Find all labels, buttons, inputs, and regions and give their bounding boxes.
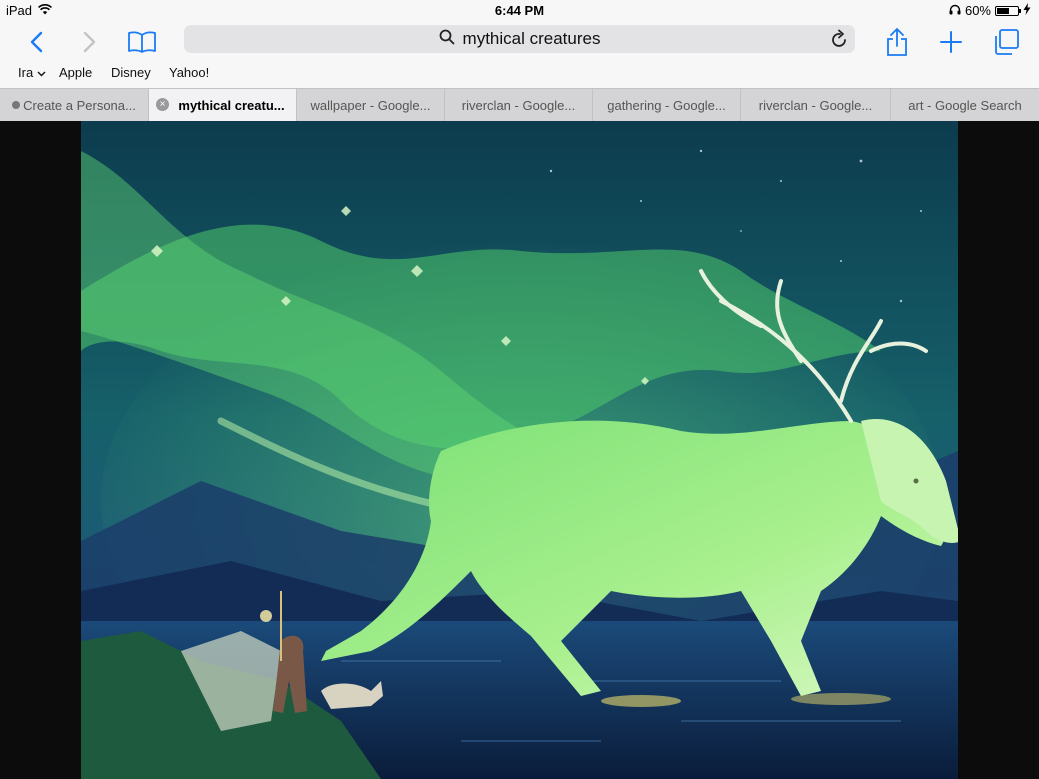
favorites-bar: Ira Apple Disney Yahoo!: [0, 62, 1039, 88]
page-content[interactable]: [0, 121, 1039, 779]
tab-label: mythical creatu...: [178, 97, 285, 113]
favorite-yahoo[interactable]: Yahoo!: [169, 65, 209, 80]
tab-indicator-dot: [12, 101, 21, 109]
favorite-ira[interactable]: Ira: [18, 65, 46, 80]
tab-label: wallpaper - Google...: [310, 97, 431, 113]
forward-icon[interactable]: [78, 22, 102, 62]
clock: 6:44 PM: [494, 3, 545, 18]
battery-percent: 60%: [964, 3, 991, 18]
search-query: mythical creatures: [462, 29, 601, 48]
tab-create-persona[interactable]: Create a Persona...: [0, 89, 149, 121]
browser-toolbar: mythical creatures: [0, 22, 1039, 62]
new-tab-icon[interactable]: [938, 22, 964, 62]
tab-label: art - Google Search: [908, 97, 1022, 113]
search-icon: [439, 29, 455, 50]
favorite-apple[interactable]: Apple: [59, 65, 92, 80]
charging-icon: [1023, 3, 1031, 18]
tabs-overview-icon[interactable]: [992, 22, 1020, 62]
back-icon[interactable]: [24, 22, 48, 62]
tab-bar: Create a Persona... × mythical creatu...…: [0, 88, 1039, 121]
tab-gathering[interactable]: gathering - Google...: [593, 89, 741, 121]
bookmarks-icon[interactable]: [126, 22, 158, 62]
tab-label: riverclan - Google...: [461, 97, 576, 113]
favorite-disney[interactable]: Disney: [111, 65, 151, 80]
chevron-down-icon: [37, 65, 46, 80]
tab-riverclan[interactable]: riverclan - Google...: [445, 89, 593, 121]
reload-icon[interactable]: [831, 29, 849, 54]
tab-label: riverclan - Google...: [758, 97, 873, 113]
tab-mythical-creatures[interactable]: × mythical creatu...: [149, 89, 297, 121]
share-icon[interactable]: [884, 22, 910, 62]
tab-close-icon[interactable]: ×: [156, 98, 169, 111]
tab-wallpaper[interactable]: wallpaper - Google...: [297, 89, 445, 121]
headphones-icon: [949, 3, 961, 18]
status-right: 60%: [949, 3, 1031, 18]
tab-riverclan-2[interactable]: riverclan - Google...: [741, 89, 891, 121]
tab-art[interactable]: art - Google Search: [891, 89, 1039, 121]
address-bar[interactable]: mythical creatures: [184, 25, 855, 53]
tab-label: gathering - Google...: [607, 97, 726, 113]
tab-label: Create a Persona...: [23, 97, 136, 113]
battery-icon: [995, 5, 1021, 16]
status-bar: iPad 6:44 PM 60%: [0, 0, 1039, 22]
mythical-wolf-artwork: [81, 121, 958, 779]
